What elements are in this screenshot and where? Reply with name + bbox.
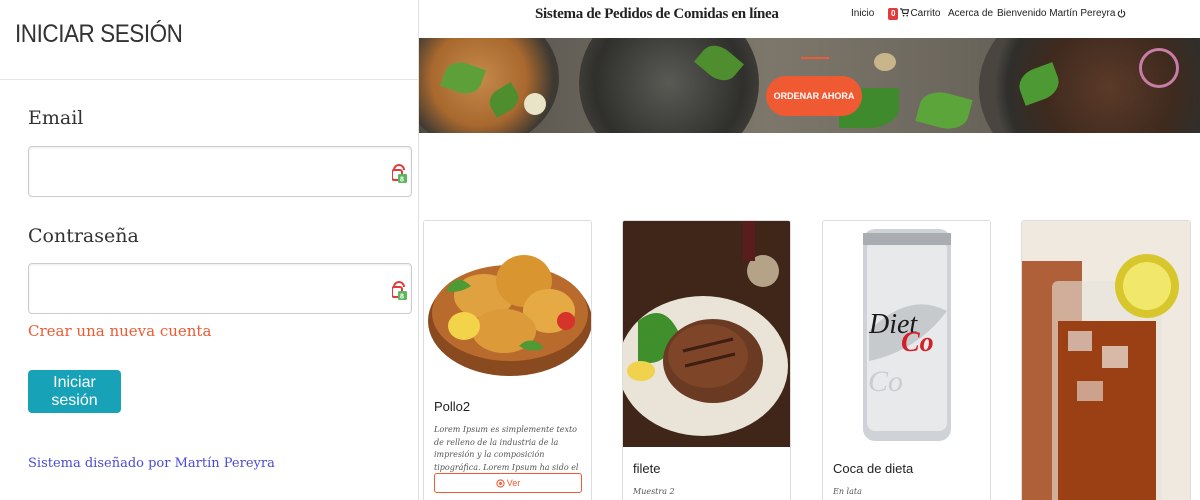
cart-count-badge: 0 [888,8,899,20]
product-name: filete [633,461,661,476]
product-image-steak [623,221,790,447]
login-submit-button[interactable]: Iniciar sesión [28,370,121,413]
nav-user-logout[interactable]: Bienvenido Martín Pereyra [997,8,1126,19]
email-label: Email [28,107,84,129]
svg-text:8: 8 [400,294,404,301]
product-image-iced-tea [1022,221,1190,500]
power-icon [1118,9,1126,18]
eye-icon [496,478,505,488]
product-card [1021,220,1191,500]
hero-banner: ORDENAR AHORA [419,38,1200,133]
nav-cart[interactable]: 0 Carrito [888,8,940,20]
view-product-button[interactable]: Ver [434,473,582,493]
svg-text:Co: Co [868,365,903,398]
product-description: En lata [833,487,862,496]
password-label: Contraseña [28,225,139,247]
view-product-label: Ver [506,478,521,488]
password-manager-icon[interactable]: 8 [392,279,408,301]
login-title: INICIAR SESIÓN [15,20,183,48]
shopping-cart-icon [900,8,910,17]
nav-cart-label: Carrito [910,8,941,19]
product-name: Pollo2 [434,399,471,414]
create-account-link[interactable]: Crear una nueva cuenta [28,322,211,340]
top-navbar: Sistema de Pedidos de Comidas en línea I… [419,0,1200,38]
welcome-text: Bienvenido Martín Pereyra [997,8,1116,19]
password-manager-icon[interactable]: 8 [392,162,408,184]
product-description: Muestra 2 [633,487,675,496]
nav-home[interactable]: Inicio [851,8,874,19]
modal-header: INICIAR SESIÓN [0,0,418,80]
password-field[interactable]: 8 [28,263,412,314]
email-field[interactable]: 8 [28,146,412,197]
brand-title[interactable]: Sistema de Pedidos de Comidas en línea [535,6,779,23]
order-now-button[interactable]: ORDENAR AHORA [766,76,862,116]
svg-text:8: 8 [400,177,404,184]
nav-about[interactable]: Acerca de [948,8,993,19]
product-card: Diet Co Co Coca de dieta En lata [822,220,991,500]
product-image-fried-chicken [424,221,591,385]
product-card: Pollo2 Lorem Ipsum es simplemente texto … [423,220,592,500]
hero-divider [801,57,829,59]
designed-by-footer: Sistema diseñado por Martín Pereyra [28,456,275,471]
product-image-diet-coke: Diet Co Co [823,221,990,447]
svg-text:Co: Co [901,327,934,358]
product-card: filete Muestra 2 [622,220,791,500]
login-modal: INICIAR SESIÓN Email 8 Contraseña 8 Crea… [0,0,419,500]
product-name: Coca de dieta [833,461,914,476]
